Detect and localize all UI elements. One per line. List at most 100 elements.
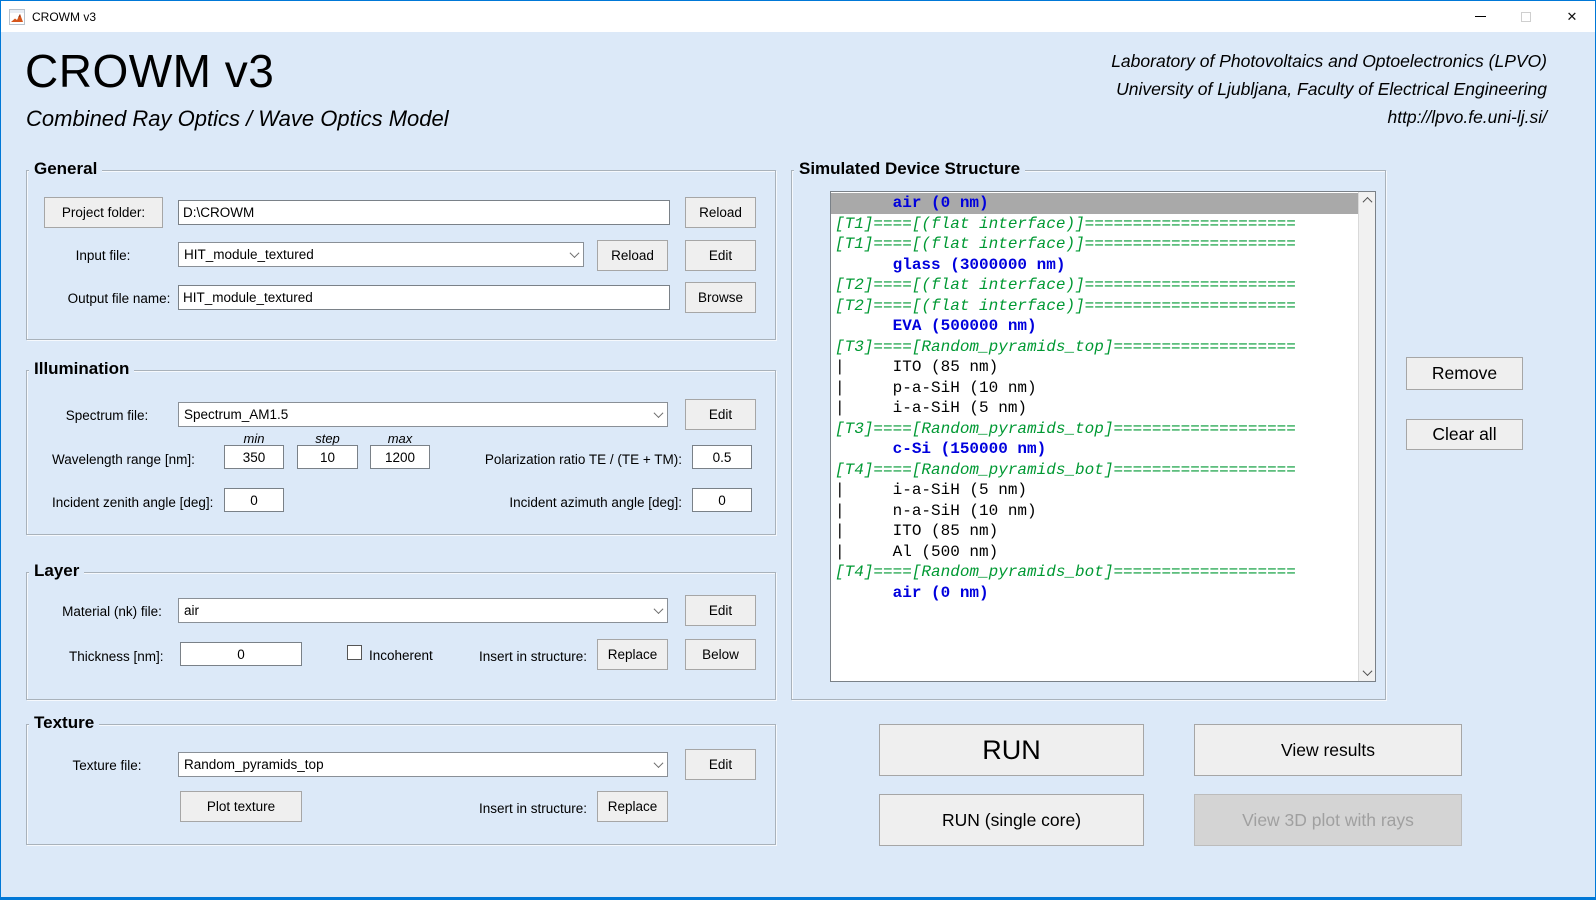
illumination-panel-title: Illumination [29, 359, 134, 379]
structure-item[interactable]: [T3]====[Random_pyramids_top]===========… [831, 337, 1359, 358]
structure-item[interactable]: | i-a-SiH (5 nm) [831, 398, 1359, 419]
azimuth-angle-label: Incident azimuth angle [deg]: [432, 495, 682, 510]
page-title: CROWM v3 [25, 44, 274, 98]
incoherent-label: Incoherent [369, 648, 433, 663]
maximize-button[interactable] [1503, 1, 1549, 32]
structure-item[interactable]: | Al (500 nm) [831, 542, 1359, 563]
general-panel-title: General [29, 159, 102, 179]
scroll-up-icon[interactable] [1359, 192, 1376, 209]
org-line-1: Laboratory of Photovoltaics and Optoelec… [1111, 47, 1547, 75]
window-title: CROWM v3 [32, 10, 1457, 24]
spectrum-file-value: Spectrum_AM1.5 [179, 407, 649, 422]
input-file-value: HIT_module_textured [179, 247, 565, 262]
structure-item[interactable]: air (0 nm) [831, 193, 1359, 214]
edit-input-button[interactable]: Edit [685, 240, 756, 271]
zenith-angle-field[interactable] [224, 488, 284, 512]
structure-item[interactable]: | i-a-SiH (5 nm) [831, 480, 1359, 501]
wavelength-max-field[interactable] [370, 445, 430, 469]
texture-file-dropdown[interactable]: Random_pyramids_top [178, 752, 668, 777]
browse-button[interactable]: Browse [685, 282, 756, 313]
structure-item[interactable]: EVA (500000 nm) [831, 316, 1359, 337]
thickness-field[interactable] [180, 642, 302, 666]
close-button[interactable]: ✕ [1549, 1, 1595, 32]
remove-button[interactable]: Remove [1406, 357, 1523, 390]
scroll-down-icon[interactable] [1359, 664, 1376, 681]
project-folder-button[interactable]: Project folder: [44, 197, 163, 228]
structure-list: air (0 nm)[T1]====[(flat interface)]====… [831, 193, 1359, 603]
wavelength-step-field[interactable] [297, 445, 358, 469]
texture-file-label: Texture file: [47, 758, 167, 773]
edit-material-button[interactable]: Edit [685, 595, 756, 626]
max-header: max [370, 431, 430, 446]
structure-item[interactable]: [T1]====[(flat interface)]==============… [831, 234, 1359, 255]
texture-panel-title: Texture [29, 713, 99, 733]
structure-scrollbar[interactable] [1358, 192, 1375, 681]
polarization-field[interactable] [692, 445, 752, 469]
structure-item[interactable]: | ITO (85 nm) [831, 521, 1359, 542]
structure-item[interactable]: | p-a-SiH (10 nm) [831, 378, 1359, 399]
org-line-3: http://lpvo.fe.uni-lj.si/ [1111, 103, 1547, 131]
output-file-label: Output file name: [59, 291, 179, 306]
azimuth-angle-field[interactable] [692, 488, 752, 512]
project-folder-field[interactable] [178, 200, 670, 225]
structure-item[interactable]: | n-a-SiH (10 nm) [831, 501, 1359, 522]
org-line-2: University of Ljubljana, Faculty of Elec… [1111, 75, 1547, 103]
input-file-dropdown[interactable]: HIT_module_textured [178, 242, 584, 267]
input-file-label: Input file: [43, 248, 163, 263]
reload-folder-button[interactable]: Reload [685, 197, 756, 228]
main-content: CROWM v3 Combined Ray Optics / Wave Opti… [1, 32, 1595, 898]
polarization-label: Polarization ratio TE / (TE + TM): [432, 452, 682, 467]
material-file-dropdown[interactable]: air [178, 598, 668, 623]
chevron-down-icon [649, 753, 667, 776]
wavelength-range-label: Wavelength range [nm]: [52, 452, 195, 467]
structure-item[interactable]: [T3]====[Random_pyramids_top]===========… [831, 419, 1359, 440]
layer-panel-title: Layer [29, 561, 84, 581]
illumination-panel: Illumination Spectrum file: Spectrum_AM1… [26, 370, 776, 535]
clear-all-button[interactable]: Clear all [1406, 419, 1523, 450]
output-file-field[interactable] [178, 285, 670, 310]
texture-file-value: Random_pyramids_top [179, 757, 649, 772]
structure-item[interactable]: [T4]====[Random_pyramids_bot]===========… [831, 562, 1359, 583]
spectrum-file-dropdown[interactable]: Spectrum_AM1.5 [178, 402, 668, 427]
chevron-down-icon [649, 599, 667, 622]
thickness-label: Thickness [nm]: [69, 649, 164, 664]
texture-insert-label: Insert in structure: [437, 801, 587, 816]
run-single-core-button[interactable]: RUN (single core) [879, 794, 1144, 846]
app-window: CROWM v3 ✕ CROWM v3 Combined Ray Optics … [0, 0, 1596, 900]
spectrum-file-label: Spectrum file: [47, 408, 167, 423]
reload-input-button[interactable]: Reload [597, 240, 668, 271]
step-header: step [297, 431, 358, 446]
view-3d-plot-button[interactable]: View 3D plot with rays [1194, 794, 1462, 846]
layer-replace-button[interactable]: Replace [597, 639, 668, 670]
structure-item[interactable]: [T1]====[(flat interface)]==============… [831, 214, 1359, 235]
edit-texture-button[interactable]: Edit [685, 749, 756, 780]
structure-item[interactable]: | ITO (85 nm) [831, 357, 1359, 378]
structure-item[interactable]: glass (3000000 nm) [831, 255, 1359, 276]
chevron-down-icon [565, 243, 583, 266]
run-button[interactable]: RUN [879, 724, 1144, 776]
chevron-down-icon [649, 403, 667, 426]
view-results-button[interactable]: View results [1194, 724, 1462, 776]
material-file-label: Material (nk) file: [52, 604, 172, 619]
structure-panel: Simulated Device Structure air (0 nm)[T1… [791, 170, 1386, 700]
general-panel: General Project folder: Reload Input fil… [26, 170, 776, 340]
structure-item[interactable]: [T2]====[(flat interface)]==============… [831, 275, 1359, 296]
structure-listbox[interactable]: air (0 nm)[T1]====[(flat interface)]====… [830, 191, 1376, 682]
structure-item[interactable]: [T2]====[(flat interface)]==============… [831, 296, 1359, 317]
structure-item[interactable]: [T4]====[Random_pyramids_bot]===========… [831, 460, 1359, 481]
wavelength-min-field[interactable] [224, 445, 284, 469]
edit-spectrum-button[interactable]: Edit [685, 399, 756, 430]
incoherent-checkbox[interactable] [347, 645, 362, 660]
structure-item[interactable]: c-Si (150000 nm) [831, 439, 1359, 460]
plot-texture-button[interactable]: Plot texture [180, 791, 302, 822]
minimize-button[interactable] [1457, 1, 1503, 32]
layer-below-button[interactable]: Below [685, 639, 756, 670]
layer-insert-label: Insert in structure: [437, 649, 587, 664]
layer-panel: Layer Material (nk) file: air Edit Thick… [26, 572, 776, 700]
structure-item[interactable]: air (0 nm) [831, 583, 1359, 604]
maximize-icon [1521, 12, 1531, 22]
texture-replace-button[interactable]: Replace [597, 791, 668, 822]
page-subtitle: Combined Ray Optics / Wave Optics Model [26, 106, 449, 132]
close-icon: ✕ [1567, 10, 1578, 23]
organization-info: Laboratory of Photovoltaics and Optoelec… [1111, 47, 1547, 131]
